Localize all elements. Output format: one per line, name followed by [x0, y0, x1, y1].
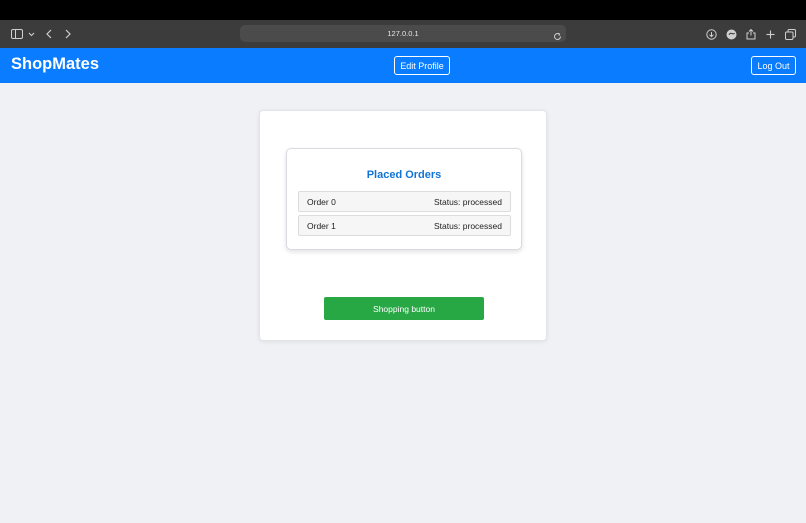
chat-icon[interactable] — [726, 20, 737, 48]
site-navbar: ShopMates Edit Profile Log Out — [0, 48, 806, 83]
order-status: Status: processed — [433, 220, 502, 231]
screen-top-strip — [0, 0, 806, 20]
address-bar[interactable]: 127.0.0.1 — [240, 25, 566, 42]
main-card: Placed Orders Order 0 Status: processed … — [259, 110, 547, 341]
browser-toolbar: 127.0.0.1 — [0, 20, 806, 48]
brand-logo-text[interactable]: ShopMates — [11, 55, 99, 74]
reload-icon[interactable] — [553, 28, 562, 46]
sidebar-icon[interactable] — [10, 20, 24, 48]
edit-profile-button[interactable]: Edit Profile — [394, 56, 450, 75]
order-name: Order 0 — [307, 196, 336, 207]
back-icon[interactable] — [44, 20, 54, 48]
order-row[interactable]: Order 0 Status: processed — [298, 191, 511, 212]
download-icon[interactable] — [706, 20, 717, 48]
chevron-down-icon[interactable] — [27, 20, 35, 48]
url-text: 127.0.0.1 — [387, 29, 419, 38]
logout-button[interactable]: Log Out — [751, 56, 796, 75]
orders-title: Placed Orders — [366, 169, 442, 181]
order-name: Order 1 — [307, 220, 336, 231]
tabs-overview-icon[interactable] — [785, 20, 796, 48]
share-icon[interactable] — [746, 20, 756, 48]
forward-icon[interactable] — [63, 20, 73, 48]
new-tab-icon[interactable] — [766, 20, 775, 48]
order-status: Status: processed — [433, 196, 502, 207]
order-row[interactable]: Order 1 Status: processed — [298, 215, 511, 236]
orders-panel: Placed Orders Order 0 Status: processed … — [286, 148, 522, 250]
shopping-button[interactable]: Shopping button — [324, 297, 484, 320]
